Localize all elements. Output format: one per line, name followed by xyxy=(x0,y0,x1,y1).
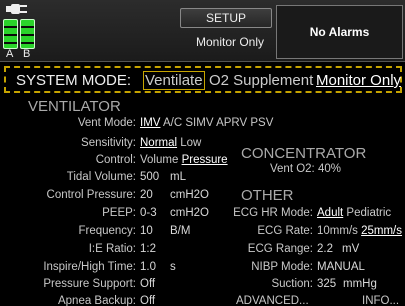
ventilator-title: VENTILATOR xyxy=(28,98,121,115)
ecg-range-label: ECG Range: xyxy=(247,243,313,255)
control-label: Control: xyxy=(95,154,136,166)
vent-mode-row: Vent Mode: IMV A/C SIMV APRV PSV xyxy=(0,117,274,131)
ecg-rate-25[interactable]: 25mm/s xyxy=(361,225,402,237)
vent-mode-psv[interactable]: PSV xyxy=(250,117,273,129)
inspire-time-label: Inspire/High Time: xyxy=(43,261,136,273)
vent-o2-text[interactable]: Vent O2: 40% xyxy=(270,163,341,177)
vent-mode-aprv[interactable]: APRV xyxy=(216,117,247,129)
tidal-volume-unit: mL xyxy=(170,171,186,183)
vent-mode-simv[interactable]: SIMV xyxy=(185,117,213,129)
control-pressure-label: Control Pressure: xyxy=(46,189,136,201)
control-pressure-unit: cmH2O xyxy=(170,189,209,201)
suction-row[interactable]: Suction: 325 mmHg xyxy=(230,278,405,292)
info-button[interactable]: INFO... xyxy=(362,295,399,306)
ecg-range-row[interactable]: ECG Range: 2.2 mV xyxy=(230,243,405,257)
nibp-mode-value[interactable]: MANUAL xyxy=(317,261,365,273)
ecg-rate-label: ECG Rate: xyxy=(257,225,313,237)
pressure-support-value[interactable]: Off xyxy=(140,278,155,290)
advanced-button[interactable]: ADVANCED... xyxy=(236,295,309,306)
frequency-label: Frequency: xyxy=(78,225,136,237)
mode-option-o2-supplement[interactable]: O2 Supplement xyxy=(209,72,313,89)
vent-mode-label: Vent Mode: xyxy=(77,117,136,129)
apnea-backup-value[interactable]: Off xyxy=(140,295,155,306)
ecg-rate-10[interactable]: 10mm/s xyxy=(317,225,358,237)
frequency-unit: B/M xyxy=(170,225,191,237)
ecg-hr-mode-label: ECG HR Mode: xyxy=(233,207,313,219)
peep-row[interactable]: PEEP: 0-3 cmH2O xyxy=(0,207,230,221)
tidal-volume-row[interactable]: Tidal Volume: 500 mL xyxy=(0,171,230,185)
battery-b-icon xyxy=(20,19,35,49)
system-mode-bar: SYSTEM MODE: Ventilate O2 Supplement Mon… xyxy=(4,66,402,93)
peep-value[interactable]: 0-3 xyxy=(140,207,157,219)
sensitivity-label: Sensitivity: xyxy=(81,137,136,149)
vent-mode-ac[interactable]: A/C xyxy=(163,117,182,129)
frequency-value[interactable]: 10 xyxy=(140,225,153,237)
system-mode-label: SYSTEM MODE: xyxy=(16,72,132,89)
current-mode-text: Monitor Only xyxy=(195,35,265,49)
setup-button[interactable]: SETUP xyxy=(180,8,272,28)
pressure-support-row[interactable]: Pressure Support: Off xyxy=(0,278,230,292)
battery-b-label: B xyxy=(23,48,31,60)
pressure-support-label: Pressure Support: xyxy=(43,278,136,290)
power-plug-icon xyxy=(6,4,27,14)
sensitivity-normal[interactable]: Normal xyxy=(140,137,177,149)
control-volume[interactable]: Volume xyxy=(140,154,178,166)
peep-unit: cmH2O xyxy=(170,207,209,219)
concentrator-title: CONCENTRATOR xyxy=(241,145,367,162)
nibp-mode-row[interactable]: NIBP Mode: MANUAL xyxy=(230,261,405,275)
top-bar: A B SETUP Monitor Only No Alarms xyxy=(0,0,405,62)
ecg-range-unit: mV xyxy=(342,243,360,255)
battery-a-icon xyxy=(3,19,18,49)
battery-a-label: A xyxy=(6,48,14,60)
ecg-rate-row: ECG Rate: 10mm/s 25mm/s xyxy=(230,225,405,239)
apnea-backup-label: Apnea Backup: xyxy=(57,295,136,306)
sensitivity-row: Sensitivity: Normal Low xyxy=(0,137,230,151)
frequency-row[interactable]: Frequency: 10 B/M xyxy=(0,225,230,239)
battery-status: A B xyxy=(2,3,36,60)
mode-option-ventilate[interactable]: Ventilate xyxy=(143,71,205,90)
inspire-time-row[interactable]: Inspire/High Time: 1.0 s xyxy=(0,261,230,275)
tidal-volume-value[interactable]: 500 xyxy=(140,171,159,183)
ecg-hr-mode-row: ECG HR Mode: Adult Pediatric xyxy=(230,207,405,221)
other-title: OTHER xyxy=(241,187,294,204)
ecg-hr-mode-adult[interactable]: Adult xyxy=(317,207,343,219)
suction-value[interactable]: 325 xyxy=(317,278,336,290)
peep-label: PEEP: xyxy=(102,207,136,219)
ecg-hr-mode-pediatric[interactable]: Pediatric xyxy=(346,207,391,219)
sensitivity-low[interactable]: Low xyxy=(180,137,201,149)
ie-ratio-row[interactable]: I:E Ratio: 1:2 xyxy=(0,243,230,257)
vent-mode-imv[interactable]: IMV xyxy=(140,117,160,129)
suction-unit: mmHg xyxy=(343,278,377,290)
alarm-status-panel[interactable]: No Alarms xyxy=(276,5,403,59)
suction-label: Suction: xyxy=(271,278,313,290)
apnea-backup-row[interactable]: Apnea Backup: Off xyxy=(0,295,230,306)
inspire-time-value[interactable]: 1.0 xyxy=(140,261,156,273)
ecg-range-value[interactable]: 2.2 xyxy=(317,243,333,255)
mode-option-monitor-only[interactable]: Monitor Only xyxy=(316,72,401,89)
control-row: Control: Volume Pressure xyxy=(0,154,230,168)
tidal-volume-label: Tidal Volume: xyxy=(66,171,136,183)
control-pressure[interactable]: Pressure xyxy=(182,154,228,166)
inspire-time-unit: s xyxy=(170,261,176,273)
control-pressure-row[interactable]: Control Pressure: 20 cmH2O xyxy=(0,189,230,203)
control-pressure-value[interactable]: 20 xyxy=(140,189,153,201)
ie-ratio-label: I:E Ratio: xyxy=(88,243,136,255)
ie-ratio-value[interactable]: 1:2 xyxy=(140,243,156,255)
nibp-mode-label: NIBP Mode: xyxy=(251,261,313,273)
